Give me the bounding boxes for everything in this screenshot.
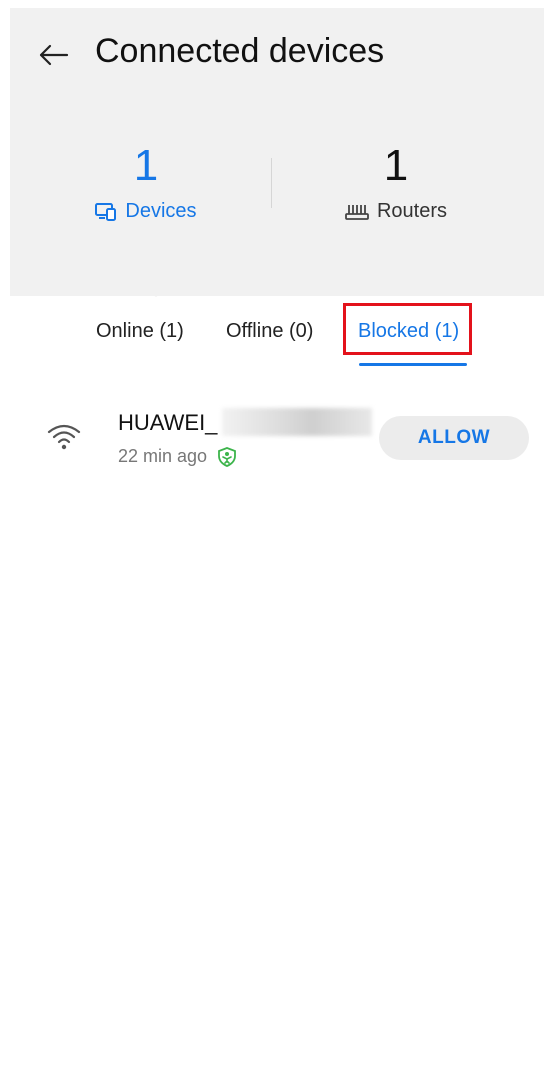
router-icon bbox=[345, 204, 369, 220]
devices-stat[interactable]: 1 Devices bbox=[46, 140, 246, 223]
page-title: Connected devices bbox=[95, 32, 385, 70]
child-safe-icon bbox=[218, 446, 236, 467]
devices-label: Devices bbox=[125, 200, 197, 222]
routers-label: Routers bbox=[376, 200, 448, 222]
selection-pointer bbox=[144, 288, 168, 297]
device-time: 22 min ago bbox=[118, 446, 208, 466]
tab-online[interactable]: Online (1) bbox=[96, 320, 184, 343]
devices-icon bbox=[95, 202, 117, 221]
wifi-icon bbox=[47, 424, 81, 450]
device-name: HUAWEI_ bbox=[118, 410, 218, 435]
back-button[interactable] bbox=[36, 38, 70, 72]
device-time-row: 22 min ago bbox=[118, 446, 237, 467]
allow-button[interactable]: ALLOW bbox=[379, 416, 529, 460]
devices-count: 1 bbox=[133, 141, 159, 190]
tab-offline[interactable]: Offline (0) bbox=[226, 320, 313, 343]
routers-label-row: Routers bbox=[296, 200, 496, 223]
device-row[interactable]: HUAWEI_ 22 min ago ALLOW bbox=[0, 400, 544, 480]
routers-count: 1 bbox=[383, 141, 409, 190]
highlight-box bbox=[343, 303, 472, 355]
name-redaction bbox=[222, 408, 372, 436]
tab-indicator bbox=[359, 363, 467, 366]
routers-stat[interactable]: 1 Routers bbox=[296, 140, 496, 223]
arrow-left-icon bbox=[39, 44, 69, 66]
devices-label-row: Devices bbox=[46, 200, 246, 223]
stat-divider bbox=[271, 158, 272, 208]
